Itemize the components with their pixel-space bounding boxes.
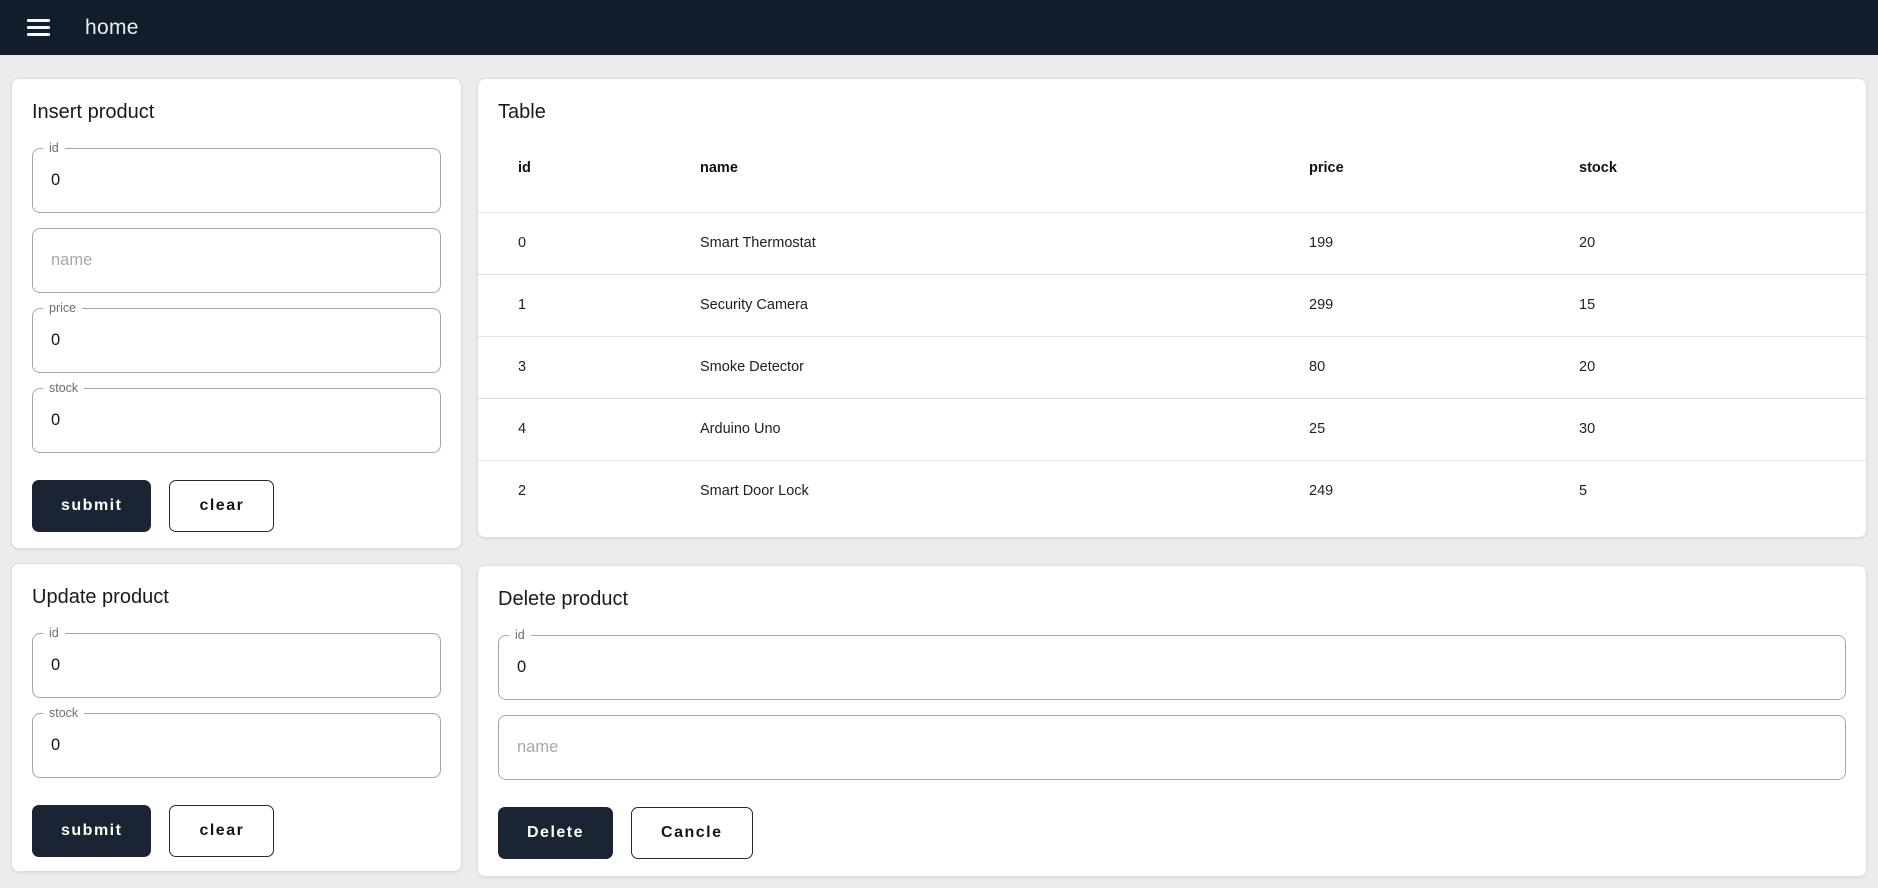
cell-id: 2 — [478, 459, 660, 538]
delete-id-field: id — [498, 627, 1846, 700]
app-title: home — [85, 15, 139, 39]
insert-product-card: Insert product id price stock submit cle… — [11, 78, 462, 549]
table-card-title: Table — [498, 101, 546, 123]
insert-card-title: Insert product — [32, 101, 155, 123]
insert-price-input[interactable] — [33, 309, 440, 372]
update-stock-field: stock — [32, 705, 441, 778]
update-product-card: Update product id stock submit clear — [11, 563, 462, 872]
update-submit-button[interactable]: submit — [32, 805, 152, 857]
delete-name-field — [498, 715, 1846, 780]
delete-button[interactable]: Delete — [498, 807, 614, 859]
insert-stock-input[interactable] — [33, 389, 440, 452]
cell-price: 299 — [1269, 273, 1539, 336]
insert-price-label: price — [43, 300, 83, 316]
insert-button-row: submit clear — [32, 480, 441, 532]
menu-button[interactable] — [14, 4, 62, 52]
insert-price-field: price — [32, 300, 441, 373]
products-table-card: Table id name price stock 0 Smart Thermo… — [477, 78, 1867, 538]
app-bar: home — [0, 0, 1878, 55]
insert-id-label: id — [43, 140, 65, 156]
cell-name: Smart Thermostat — [700, 235, 816, 251]
insert-stock-label: stock — [43, 380, 85, 396]
insert-name-input[interactable] — [33, 229, 440, 292]
hamburger-icon — [26, 19, 50, 36]
update-stock-input[interactable] — [33, 714, 440, 777]
table-row: 4 Arduino Uno 25 30 — [478, 397, 1866, 460]
products-table: id name price stock 0 Smart Thermostat 1… — [478, 125, 1866, 538]
insert-id-field: id — [32, 140, 441, 213]
table-row: 2 Smart Door Lock 249 5 — [478, 459, 1866, 538]
cell-id: 1 — [478, 273, 660, 336]
table-row: 1 Security Camera 299 15 — [478, 273, 1866, 336]
column-header-price: price — [1269, 125, 1539, 213]
cell-name: Security Camera — [660, 273, 1269, 336]
cell-stock: 5 — [1539, 459, 1866, 538]
cell-stock: 30 — [1539, 397, 1866, 460]
column-header-name: name — [660, 125, 1269, 213]
cell-id: 4 — [478, 397, 660, 460]
column-header-id: id — [478, 125, 660, 213]
update-id-input[interactable] — [33, 634, 440, 697]
table-row: 0 Smart Thermostat 199 20 — [478, 212, 1866, 274]
cell-name: Smart Door Lock — [660, 459, 1269, 538]
cell-id: 3 — [478, 335, 660, 398]
insert-name-field — [32, 228, 441, 293]
update-id-field: id — [32, 625, 441, 698]
table-row: 3 Smoke Detector 80 20 — [478, 335, 1866, 398]
cell-price: 199 — [1309, 235, 1334, 251]
cell-price: 80 — [1269, 335, 1539, 398]
update-stock-label: stock — [43, 705, 85, 721]
cancel-button[interactable]: Cancle — [631, 807, 753, 859]
cell-price: 25 — [1269, 397, 1539, 460]
update-card-title: Update product — [32, 586, 169, 608]
cell-name: Arduino Uno — [660, 397, 1269, 460]
cell-stock: 20 — [1579, 235, 1596, 251]
delete-button-row: Delete Cancle — [498, 807, 1846, 859]
insert-submit-button[interactable]: submit — [32, 480, 152, 532]
column-header-stock: stock — [1539, 125, 1866, 213]
update-clear-button[interactable]: clear — [169, 805, 275, 857]
cell-stock: 15 — [1539, 273, 1866, 336]
insert-id-input[interactable] — [33, 149, 440, 212]
delete-id-input[interactable] — [499, 636, 1845, 699]
delete-name-input[interactable] — [499, 716, 1845, 779]
insert-clear-button[interactable]: clear — [169, 480, 275, 532]
cell-id: 0 — [518, 235, 527, 251]
cell-stock: 20 — [1539, 335, 1866, 398]
delete-product-card: Delete product id Delete Cancle — [477, 565, 1867, 877]
delete-card-title: Delete product — [498, 588, 629, 610]
insert-stock-field: stock — [32, 380, 441, 453]
delete-id-label: id — [509, 627, 531, 643]
table-header-row: id name price stock — [478, 125, 1866, 213]
cell-price: 249 — [1269, 459, 1539, 538]
cell-name: Smoke Detector — [660, 335, 1269, 398]
update-button-row: submit clear — [32, 805, 441, 857]
update-id-label: id — [43, 625, 65, 641]
